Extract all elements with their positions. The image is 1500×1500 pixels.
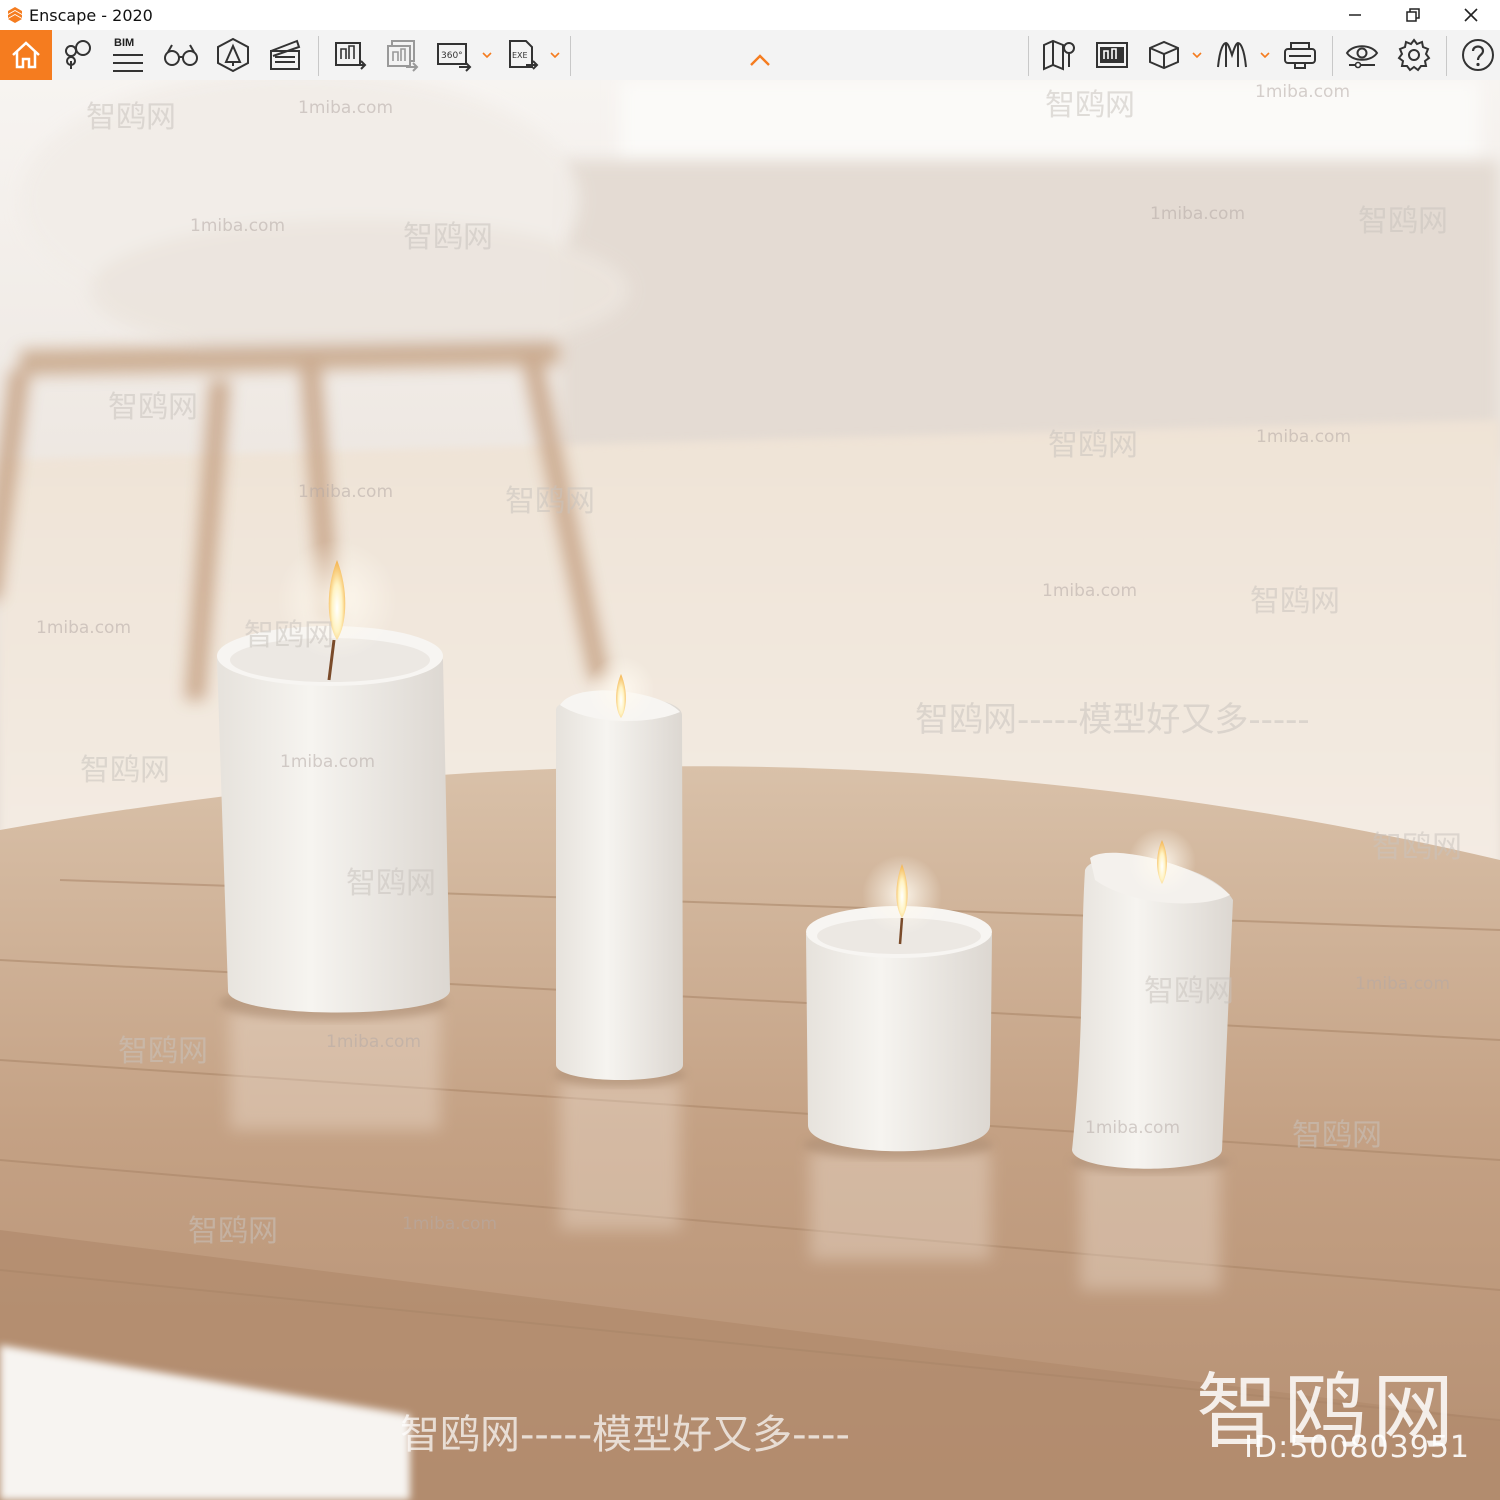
restore-icon bbox=[1406, 8, 1420, 22]
toolbar-separator bbox=[1028, 36, 1029, 76]
watermark-id: ID:500803951 bbox=[1244, 1430, 1470, 1465]
asset-library-icon bbox=[217, 37, 249, 73]
render-360-dropdown[interactable] bbox=[480, 30, 494, 80]
close-icon bbox=[1464, 8, 1478, 22]
render-360-button[interactable]: 360° bbox=[432, 30, 476, 80]
bim-button[interactable]: BIM bbox=[106, 30, 150, 80]
batch-render-button[interactable] bbox=[380, 30, 424, 80]
enscape-logo-icon bbox=[4, 4, 26, 26]
minimize-button[interactable] bbox=[1326, 0, 1384, 30]
minimap-icon bbox=[1096, 42, 1128, 68]
watermark-slogan-bottom: 智鸥网-----模型好又多---- bbox=[400, 1412, 850, 1458]
atmosphere-dropdown[interactable] bbox=[1258, 30, 1272, 80]
atmosphere-icon bbox=[1217, 41, 1247, 68]
chevron-down-icon bbox=[550, 52, 560, 59]
candle-melted bbox=[1070, 828, 1233, 1174]
settings-button[interactable] bbox=[1392, 30, 1436, 80]
home-button[interactable] bbox=[0, 30, 52, 80]
toolbar-separator bbox=[318, 36, 319, 76]
vr-headset-button[interactable] bbox=[1278, 30, 1322, 80]
restore-button[interactable] bbox=[1384, 0, 1442, 30]
atmosphere-button[interactable] bbox=[1210, 30, 1254, 80]
chevron-down-icon bbox=[1192, 52, 1202, 59]
batch-render-icon bbox=[387, 40, 419, 72]
render-360-icon: 360° bbox=[437, 43, 472, 72]
vr-headset-icon bbox=[1284, 42, 1316, 69]
bim-label: BIM bbox=[114, 37, 135, 49]
svg-text:360°: 360° bbox=[441, 51, 463, 61]
views-button[interactable] bbox=[56, 30, 100, 80]
gear-icon bbox=[1397, 38, 1431, 72]
asset-library-button[interactable] bbox=[210, 30, 256, 80]
minimize-icon bbox=[1349, 14, 1361, 16]
scene-render-image bbox=[0, 80, 1500, 1500]
binoculars-icon bbox=[164, 44, 198, 66]
visual-settings-button[interactable] bbox=[1340, 30, 1384, 80]
render-image-button[interactable] bbox=[328, 30, 372, 80]
map-icon bbox=[1043, 39, 1075, 71]
window-title: Enscape - 2020 bbox=[29, 5, 153, 25]
export-dropdown[interactable] bbox=[548, 30, 562, 80]
clapperboard-icon bbox=[270, 39, 301, 70]
chevron-up-icon bbox=[750, 54, 770, 66]
export-exe-button[interactable]: EXE bbox=[500, 30, 544, 80]
svg-text:EXE: EXE bbox=[512, 51, 528, 60]
chevron-down-icon bbox=[1260, 52, 1270, 59]
enscape-toolbar: BIM 360° EXE bbox=[0, 30, 1500, 81]
video-editor-button[interactable] bbox=[262, 30, 308, 80]
help-icon bbox=[1462, 39, 1494, 71]
views-pins-icon bbox=[65, 40, 91, 69]
close-button[interactable] bbox=[1442, 0, 1500, 30]
chevron-down-icon bbox=[482, 52, 492, 59]
view-mode-dropdown[interactable] bbox=[1190, 30, 1204, 80]
collapse-toolbar-button[interactable] bbox=[744, 40, 776, 80]
walk-mode-button[interactable] bbox=[158, 30, 204, 80]
view-mode-button[interactable] bbox=[1142, 30, 1186, 80]
map-button[interactable] bbox=[1038, 30, 1082, 80]
toolbar-separator bbox=[570, 36, 571, 76]
minimap-button[interactable] bbox=[1090, 30, 1134, 80]
help-button[interactable] bbox=[1456, 30, 1500, 80]
home-icon bbox=[12, 41, 40, 69]
candle-tall bbox=[554, 656, 686, 1087]
visual-settings-icon bbox=[1345, 45, 1379, 69]
title-bar: Enscape - 2020 bbox=[0, 0, 1500, 30]
toolbar-separator bbox=[1446, 36, 1447, 76]
render-viewport[interactable]: 智鸥网 1miba.com 智鸥网 1miba.com 1miba.com 智鸥… bbox=[0, 80, 1500, 1500]
toolbar-separator bbox=[1332, 36, 1333, 76]
cube-view-icon bbox=[1149, 40, 1179, 70]
export-exe-icon: EXE bbox=[509, 40, 539, 70]
render-image-icon bbox=[335, 42, 367, 70]
